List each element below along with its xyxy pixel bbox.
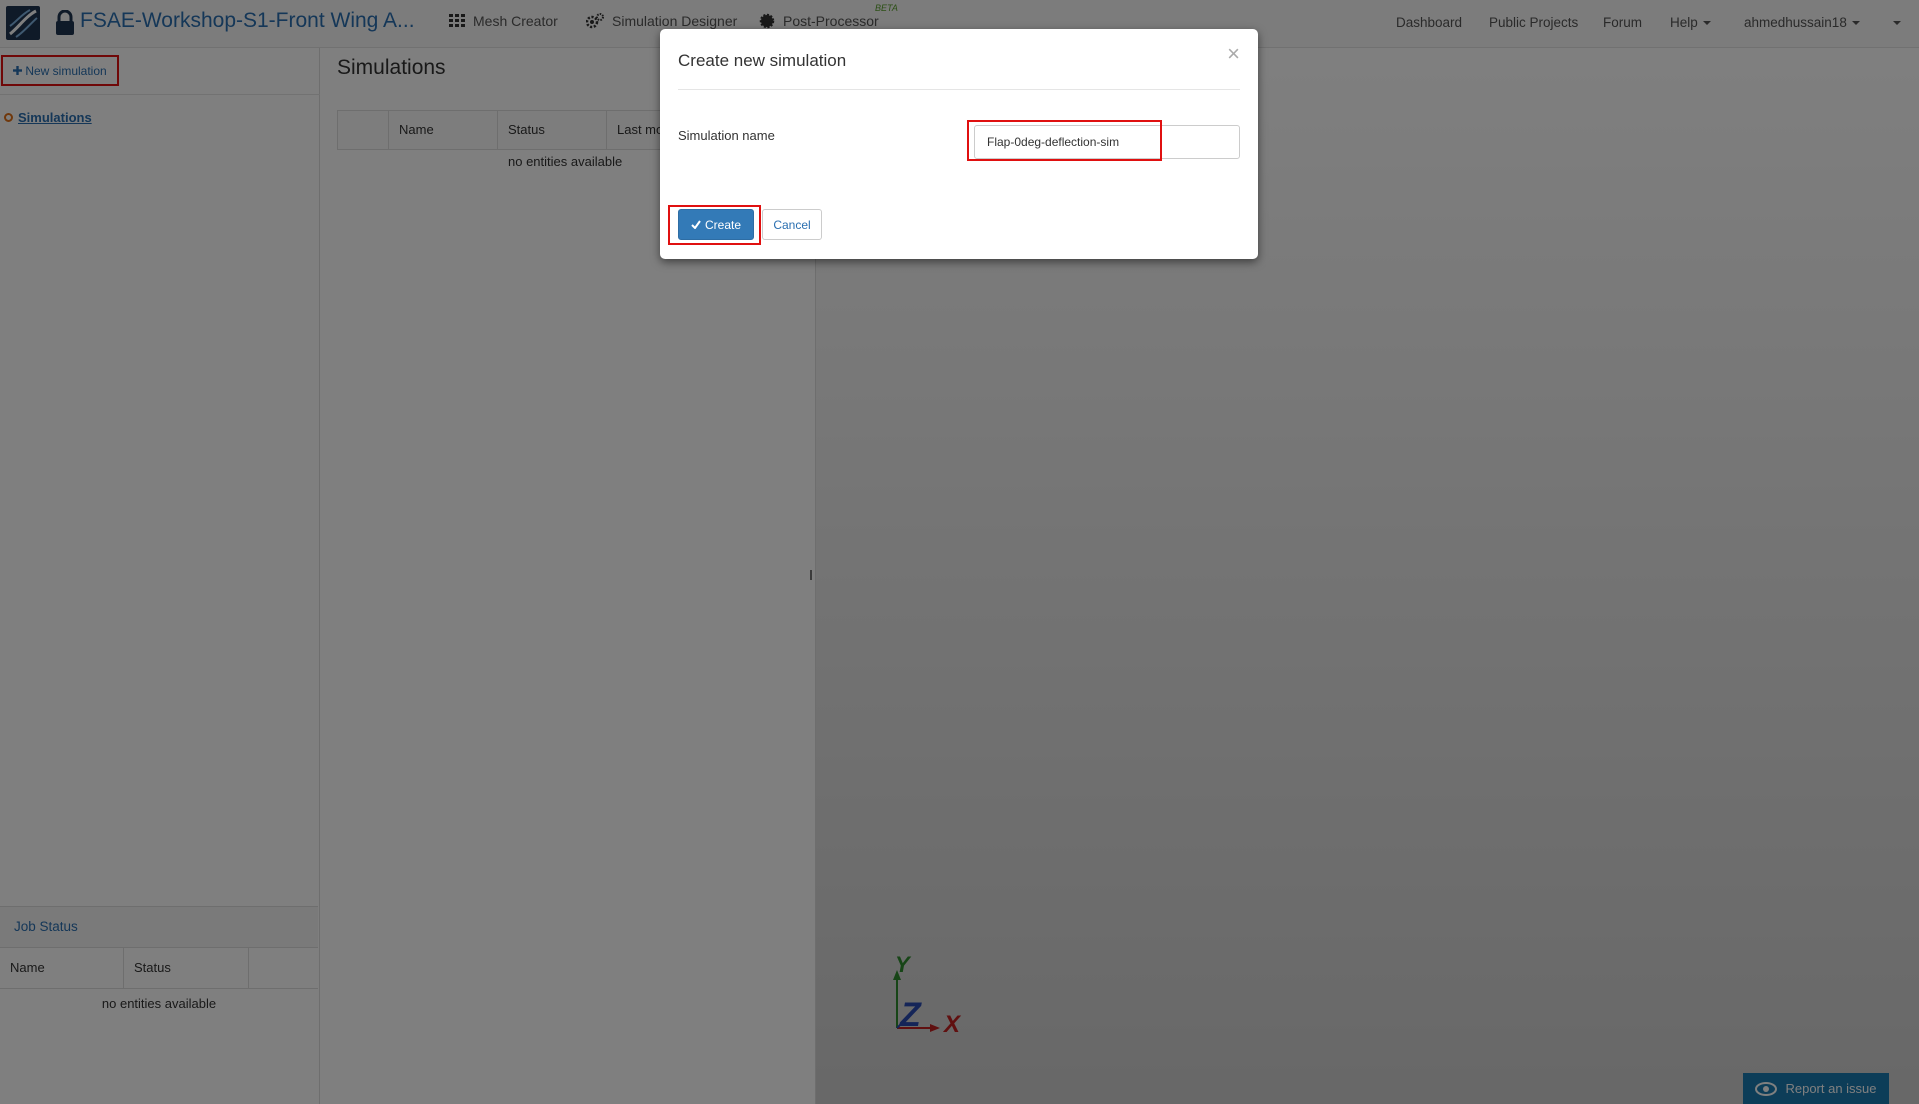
- checkmark-icon: [691, 220, 701, 229]
- dialog-title: Create new simulation: [678, 51, 847, 70]
- cancel-button[interactable]: Cancel: [762, 209, 822, 240]
- close-icon[interactable]: ×: [1227, 43, 1240, 65]
- create-simulation-dialog: Create new simulation × Simulation name …: [660, 29, 1258, 259]
- create-button-label: Create: [704, 217, 742, 232]
- simulation-name-input[interactable]: [974, 125, 1240, 159]
- simulation-name-label: Simulation name: [678, 128, 775, 143]
- create-button[interactable]: Create: [678, 209, 754, 240]
- dialog-divider: [678, 89, 1240, 90]
